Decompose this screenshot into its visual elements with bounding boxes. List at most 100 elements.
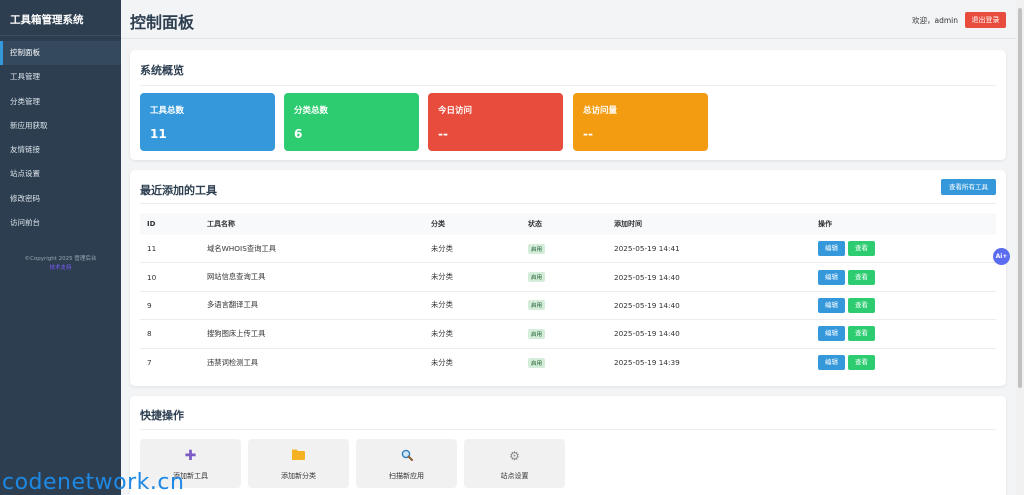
cell-status: 启用 [528, 235, 546, 262]
view-button[interactable]: 查看 [848, 297, 875, 313]
column-header-status: 状态 [528, 220, 542, 228]
cell-name: 搜狗图床上传工具 [207, 328, 266, 338]
stat-label: 工具总数 [150, 106, 185, 116]
cell-category: 未分类 [431, 272, 453, 282]
quick-action-label: 扫描新应用 [389, 472, 424, 480]
table-header: ID 工具名称 分类 状态 添加时间 操作 [140, 213, 996, 235]
sidebar-item-change-password[interactable]: 修改密码 [0, 187, 121, 211]
stat-card-today-visits: 今日访问 -- [428, 93, 563, 151]
stat-value: 6 [294, 127, 303, 141]
site-settings-button[interactable]: ⚙ 站点设置 [464, 439, 565, 488]
overview-card: 系统概览 工具总数 11 分类总数 6 今日访问 -- 总访问量 -- [130, 50, 1006, 160]
column-header-category: 分类 [431, 220, 445, 228]
cell-time: 2025-05-19 14:40 [614, 272, 680, 282]
edit-button[interactable]: 编辑 [818, 269, 845, 285]
view-button[interactable]: 查看 [848, 355, 875, 371]
welcome-text: 欢迎，admin [912, 16, 958, 25]
table-row: 7 违禁词检测工具 未分类 启用 2025-05-19 14:39 编辑 查看 [140, 349, 996, 377]
status-badge: 启用 [528, 300, 546, 311]
cell-name: 网站信息查询工具 [207, 272, 266, 282]
edit-button[interactable]: 编辑 [818, 241, 845, 257]
recent-tools-table: ID 工具名称 分类 状态 添加时间 操作 11 域名WHOIS查询工具 未分类… [140, 213, 996, 377]
gear-icon: ⚙ [509, 449, 520, 463]
divider [140, 203, 996, 204]
sidebar-item-friend-links[interactable]: 友情链接 [0, 138, 121, 162]
cell-id: 7 [147, 358, 152, 368]
edit-button[interactable]: 编辑 [818, 326, 845, 342]
sidebar-menu: 控制面板 工具管理 分类管理 新应用获取 友情链接 站点设置 修改密码 访问前台 [0, 41, 121, 235]
cell-category: 未分类 [431, 328, 453, 338]
cell-id: 10 [147, 272, 157, 282]
folder-icon [248, 449, 349, 463]
cell-status: 启用 [528, 263, 546, 290]
cell-time: 2025-05-19 14:39 [614, 358, 680, 368]
column-header-name: 工具名称 [207, 220, 235, 228]
sidebar-item-site-settings[interactable]: 站点设置 [0, 162, 121, 186]
cell-id: 9 [147, 300, 152, 310]
view-button[interactable]: 查看 [848, 241, 875, 257]
sidebar-item-new-apps[interactable]: 新应用获取 [0, 114, 121, 138]
cell-actions: 编辑 查看 [818, 320, 875, 347]
stat-card-categories: 分类总数 6 [284, 93, 419, 151]
app-title: 工具箱管理系统 [0, 0, 121, 36]
quick-action-label: 添加新分类 [281, 472, 316, 480]
sidebar-item-categories[interactable]: 分类管理 [0, 90, 121, 114]
view-button[interactable]: 查看 [848, 269, 875, 285]
stat-card-tools: 工具总数 11 [140, 93, 275, 151]
cell-time: 2025-05-19 14:40 [614, 329, 680, 339]
copyright-link[interactable]: 技术支持 [0, 264, 121, 273]
quick-actions-title: 快捷操作 [140, 409, 184, 422]
cell-name: 多语言翻译工具 [207, 300, 259, 310]
column-header-actions: 操作 [818, 220, 832, 228]
sidebar-item-tools[interactable]: 工具管理 [0, 65, 121, 89]
magnifier-icon [356, 449, 457, 463]
sidebar-item-visit-frontend[interactable]: 访问前台 [0, 211, 121, 235]
stat-label: 今日访问 [438, 106, 473, 116]
quick-action-label: 站点设置 [500, 472, 529, 480]
cell-category: 未分类 [431, 243, 453, 253]
edit-button[interactable]: 编辑 [818, 355, 845, 371]
header: 控制面板 欢迎，admin 退出登录 [121, 0, 1016, 39]
view-button[interactable]: 查看 [848, 326, 875, 342]
scrollbar-thumb[interactable] [1018, 8, 1022, 388]
sidebar: 工具箱管理系统 控制面板 工具管理 分类管理 新应用获取 友情链接 站点设置 修… [0, 0, 121, 495]
sidebar-copyright: ©Copyright 2025 管理后台 技术支持 [0, 255, 121, 273]
sidebar-item-dashboard[interactable]: 控制面板 [0, 41, 121, 66]
stat-value: 11 [150, 127, 167, 141]
cell-status: 启用 [528, 292, 546, 319]
cell-id: 11 [147, 244, 157, 254]
stat-label: 分类总数 [294, 106, 329, 116]
status-badge: 启用 [528, 328, 546, 339]
stat-label: 总访问量 [583, 106, 618, 116]
scrollbar[interactable] [1016, 0, 1024, 495]
table-row: 11 域名WHOIS查询工具 未分类 启用 2025-05-19 14:41 编… [140, 235, 996, 264]
edit-button[interactable]: 编辑 [818, 297, 845, 313]
overview-title: 系统概览 [140, 64, 184, 77]
cell-actions: 编辑 查看 [818, 349, 875, 377]
cell-status: 启用 [528, 320, 546, 347]
recent-tools-title: 最近添加的工具 [140, 184, 217, 197]
copyright-text: ©Copyright 2025 管理后台 [24, 256, 97, 263]
watermark: codenetwork.cn [2, 470, 185, 495]
cell-id: 8 [147, 329, 152, 339]
table-row: 8 搜狗图床上传工具 未分类 启用 2025-05-19 14:40 编辑 查看 [140, 320, 996, 349]
view-all-tools-button[interactable]: 查看所有工具 [941, 179, 996, 195]
cell-actions: 编辑 查看 [818, 235, 875, 262]
logout-button[interactable]: 退出登录 [965, 12, 1006, 28]
table-row: 9 多语言翻译工具 未分类 启用 2025-05-19 14:40 编辑 查看 [140, 292, 996, 321]
column-header-time: 添加时间 [614, 220, 642, 228]
status-badge: 启用 [528, 272, 546, 283]
stat-value: -- [583, 127, 593, 141]
scan-new-apps-button[interactable]: 扫描新应用 [356, 439, 457, 488]
stat-value: -- [438, 127, 448, 141]
cell-category: 未分类 [431, 357, 453, 367]
divider [140, 85, 996, 86]
cell-name: 域名WHOIS查询工具 [207, 243, 277, 253]
add-category-button[interactable]: 添加新分类 [248, 439, 349, 488]
cell-status: 启用 [528, 349, 546, 377]
divider [140, 429, 996, 430]
cell-name: 违禁词检测工具 [207, 357, 259, 367]
ai-assistant-button[interactable]: Ai+ [993, 248, 1010, 265]
cell-time: 2025-05-19 14:40 [614, 300, 680, 310]
stat-card-total-visits: 总访问量 -- [573, 93, 708, 151]
